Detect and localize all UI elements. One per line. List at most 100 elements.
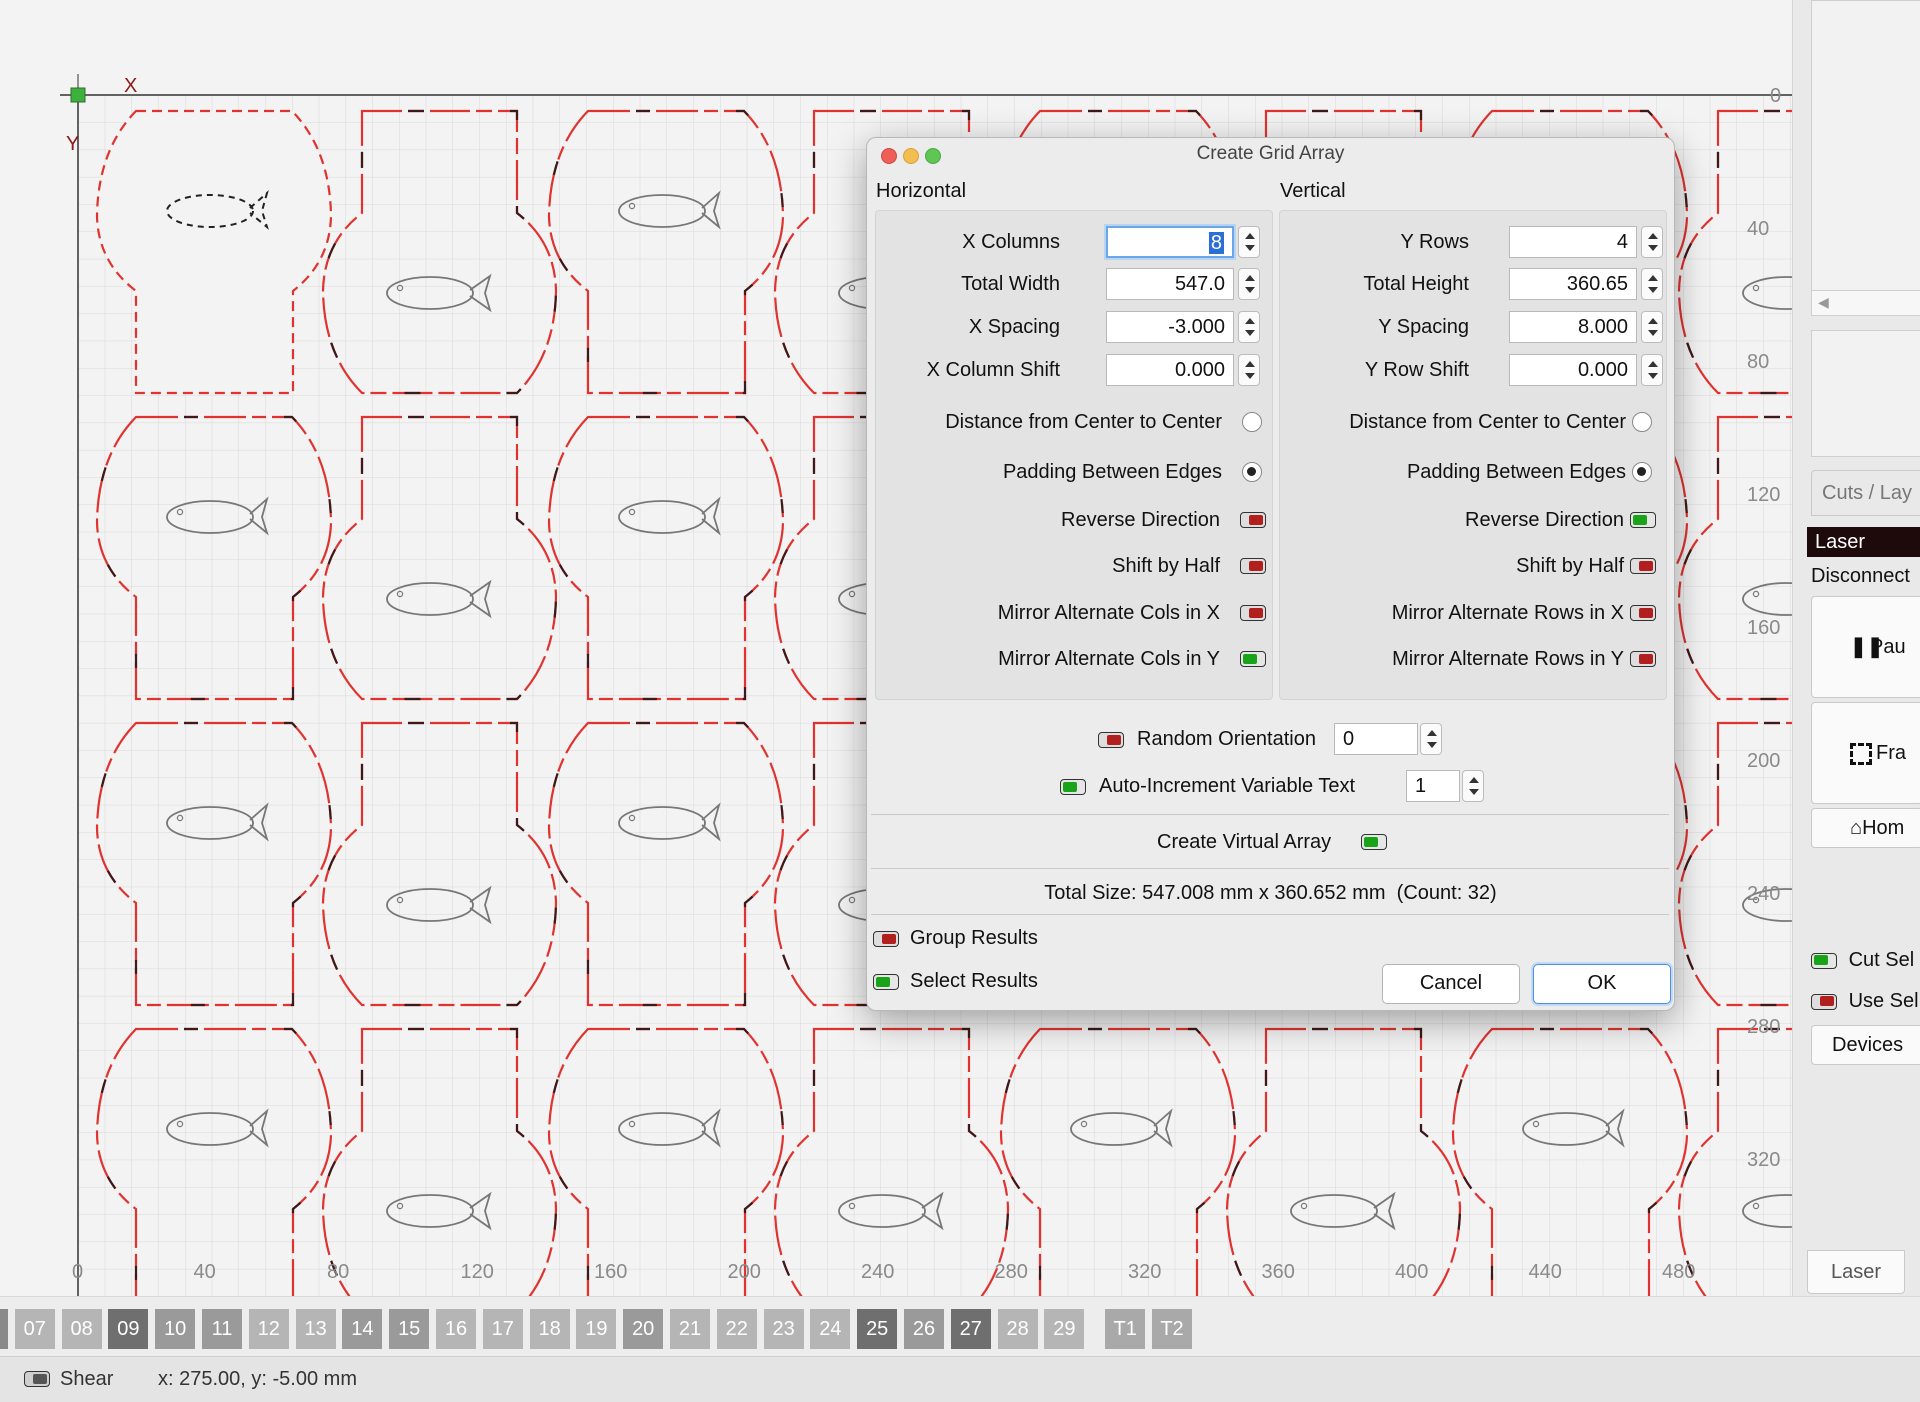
layer-tile-28[interactable]: 28 [997, 1309, 1038, 1349]
ruler-x-tick-label: 0 [72, 1261, 83, 1283]
layer-tile-10[interactable]: 10 [155, 1309, 196, 1349]
y-spacing-stepper[interactable] [1641, 311, 1663, 343]
home-button[interactable]: ⌂Hom [1811, 808, 1920, 848]
total-width-stepper[interactable] [1238, 268, 1260, 300]
pause-button[interactable]: ❚❚Pau [1811, 596, 1920, 698]
x-columns-stepper[interactable] [1238, 226, 1260, 258]
auto-increment-label: Auto-Increment Variable Text [1099, 775, 1356, 797]
cut-selected-switch[interactable] [1811, 952, 1837, 969]
x-spacing-stepper[interactable] [1238, 311, 1260, 343]
random-orientation-input[interactable]: 0 [1334, 723, 1418, 755]
layer-tile-11[interactable]: 11 [202, 1309, 242, 1349]
h-shift-half-toggle[interactable] [1240, 558, 1266, 574]
x-spacing-input[interactable]: -3.000 [1106, 311, 1234, 343]
ruler-x-tick-label: 160 [594, 1261, 627, 1283]
layer-tile-17[interactable]: 17 [482, 1309, 523, 1349]
select-results-toggle[interactable] [873, 974, 899, 990]
layer-tile-24[interactable]: 24 [810, 1309, 851, 1349]
shear-toggle[interactable] [24, 1371, 50, 1387]
total-width-input[interactable]: 547.0 [1106, 268, 1234, 300]
y-rows-input[interactable]: 4 [1509, 226, 1637, 258]
h-reverse-toggle[interactable] [1240, 512, 1266, 528]
total-height-stepper[interactable] [1641, 268, 1663, 300]
x-columns-input[interactable]: 8 [1106, 226, 1234, 258]
layer-tile-18[interactable]: 18 [529, 1309, 570, 1349]
layer-tile-14[interactable]: 14 [342, 1309, 383, 1349]
y-rows-stepper[interactable] [1641, 226, 1663, 258]
h-padding-radio[interactable] [1242, 462, 1262, 482]
v-reverse-toggle[interactable] [1630, 512, 1656, 528]
v-shift-half-toggle[interactable] [1630, 558, 1656, 574]
ruler-x-tick-label: 480 [1662, 1261, 1695, 1283]
cancel-button[interactable]: Cancel [1382, 964, 1520, 1004]
layer-tile-09[interactable]: 09 [108, 1309, 149, 1349]
layer-tile-19[interactable]: 19 [576, 1309, 617, 1349]
select-results-label: Select Results [910, 970, 1038, 992]
layer-tile-20[interactable]: 20 [623, 1309, 664, 1349]
frame-button[interactable]: Fra [1811, 702, 1920, 804]
ok-button[interactable]: OK [1533, 964, 1671, 1004]
layer-tile-21[interactable]: 21 [670, 1309, 710, 1349]
group-results-toggle[interactable] [873, 931, 899, 947]
ruler-y-tick-label: 40 [1747, 218, 1769, 240]
h-mirror-x-toggle[interactable] [1240, 605, 1266, 621]
layer-tile-07[interactable]: 07 [14, 1309, 55, 1349]
auto-increment-input[interactable]: 1 [1406, 770, 1460, 802]
v-center-to-center-radio[interactable] [1632, 412, 1652, 432]
ruler-y-tick-label: 80 [1747, 351, 1769, 373]
y-spacing-input[interactable]: 8.000 [1509, 311, 1637, 343]
layer-tile-23[interactable]: 23 [763, 1309, 804, 1349]
cuts-layers-tab[interactable]: Cuts / Lay [1811, 470, 1920, 516]
y-row-shift-stepper[interactable] [1641, 354, 1663, 386]
layer-tile-29[interactable]: 29 [1044, 1309, 1085, 1349]
layer-tile-25[interactable]: 25 [857, 1309, 898, 1349]
scroll-left-icon[interactable]: ◀ [1818, 294, 1829, 311]
x-column-shift-stepper[interactable] [1238, 354, 1260, 386]
v-mirror-y-toggle[interactable] [1630, 651, 1656, 667]
ruler-x-tick-label: 40 [194, 1261, 216, 1283]
horizontal-group: X Columns 8 Total Width 547.0 X Spacing … [875, 210, 1273, 700]
layer-tile-13[interactable]: 13 [295, 1309, 336, 1349]
y-row-shift-input[interactable]: 0.000 [1509, 354, 1637, 386]
random-orientation-toggle[interactable] [1098, 732, 1124, 748]
v-padding-radio[interactable] [1632, 462, 1652, 482]
ruler-x-tick-label: 200 [728, 1261, 761, 1283]
total-height-input[interactable]: 360.65 [1509, 268, 1637, 300]
panel-scrollbar[interactable]: ◀ [1811, 290, 1920, 316]
devices-button[interactable]: Devices [1811, 1025, 1920, 1065]
x-columns-label: X Columns [962, 231, 1060, 253]
auto-increment-toggle[interactable] [1060, 779, 1086, 795]
random-orientation-stepper[interactable] [1420, 723, 1442, 755]
ruler-y-tick-label: 320 [1747, 1149, 1780, 1171]
virtual-array-toggle[interactable] [1361, 834, 1387, 850]
v-mirror-x-toggle[interactable] [1630, 605, 1656, 621]
layer-tile-27[interactable]: 27 [950, 1309, 991, 1349]
layer-tile-16[interactable]: 16 [436, 1309, 476, 1349]
use-selection-switch[interactable] [1811, 993, 1837, 1010]
create-grid-array-dialog: Create Grid Array Horizontal Vertical X … [866, 137, 1675, 1011]
virtual-array-label: Create Virtual Array [1157, 831, 1332, 853]
cut-selected-toggle[interactable]: Cut Sel [1811, 949, 1914, 972]
vertical-section-label: Vertical [1280, 180, 1346, 202]
minimize-window-icon[interactable] [903, 148, 919, 164]
close-window-icon[interactable] [881, 148, 897, 164]
layer-tile-15[interactable]: 15 [389, 1309, 430, 1349]
x-column-shift-input[interactable]: 0.000 [1106, 354, 1234, 386]
v-padding-label: Padding Between Edges [1406, 461, 1626, 483]
frame-icon [1850, 742, 1872, 765]
h-center-to-center-radio[interactable] [1242, 412, 1262, 432]
layer-tile-6[interactable]: 6 [0, 1309, 8, 1349]
y-row-shift-label: Y Row Shift [1364, 359, 1469, 381]
h-mirror-y-toggle[interactable] [1240, 651, 1266, 667]
layer-tile-T2[interactable]: T2 [1152, 1309, 1192, 1349]
laser-tab[interactable]: Laser [1807, 1250, 1905, 1294]
use-selection-toggle[interactable]: Use Sel [1811, 990, 1919, 1013]
layer-tile-12[interactable]: 12 [248, 1309, 289, 1349]
layer-tile-T1[interactable]: T1 [1105, 1309, 1146, 1349]
layer-tile-22[interactable]: 22 [716, 1309, 757, 1349]
h-reverse-label: Reverse Direction [1061, 509, 1220, 531]
layer-tile-08[interactable]: 08 [61, 1309, 102, 1349]
layer-tile-26[interactable]: 26 [904, 1309, 944, 1349]
zoom-window-icon[interactable] [925, 148, 941, 164]
auto-increment-stepper[interactable] [1462, 770, 1484, 802]
